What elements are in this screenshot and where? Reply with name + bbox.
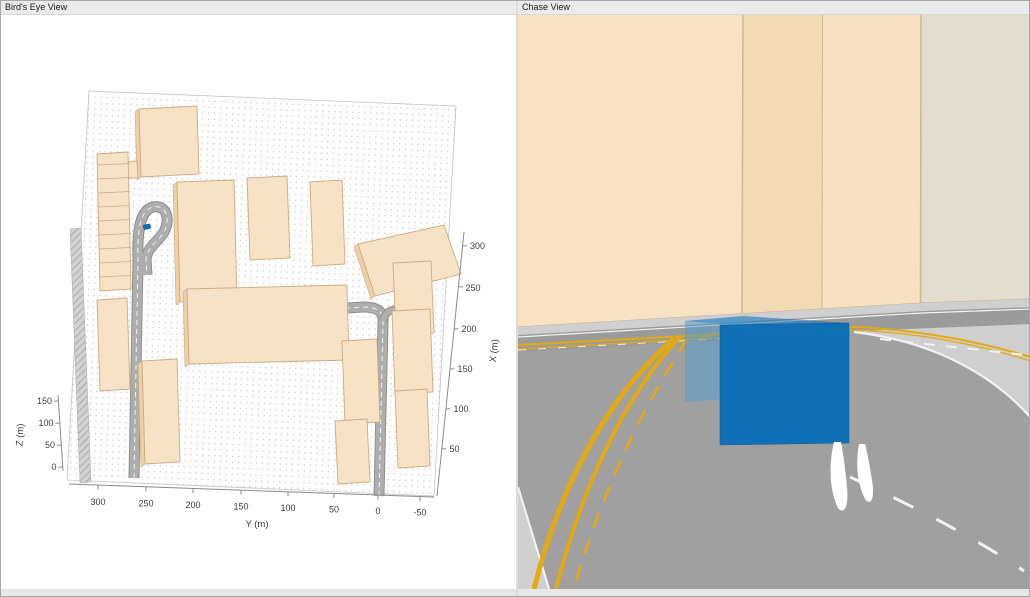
chase-title: Chase View — [522, 2, 570, 12]
birds-eye-canvas: 300 250 200 150 100 50 0 -50 300 250 200… — [1, 90, 516, 596]
chase-view-area[interactable] — [518, 15, 1029, 596]
x-tick: 100 — [454, 404, 469, 414]
x-tick: 200 — [462, 324, 477, 334]
z-tick: 150 — [37, 396, 52, 406]
y-tick: 0 — [375, 506, 380, 516]
building — [334, 418, 371, 485]
y-axis-tick-labels: 300 250 200 150 100 50 0 -50 — [90, 497, 426, 518]
x-tick: 50 — [450, 444, 460, 454]
y-tick: 100 — [280, 503, 295, 513]
y-tick: 150 — [233, 502, 248, 512]
building — [141, 358, 181, 465]
chase-canvas — [518, 15, 1029, 596]
wall-edge — [741, 15, 744, 314]
y-tick: -50 — [413, 508, 426, 518]
y-tick: 200 — [185, 500, 200, 510]
figure-bottom-margin — [518, 589, 1029, 596]
y-axis-label: Y (m) — [245, 519, 268, 530]
z-tick: 100 — [38, 418, 53, 428]
building-wall — [518, 15, 744, 327]
simulation-window: Bird's Eye View 300 250 200 150 100 50 0… — [0, 0, 1030, 597]
wall-edge — [919, 15, 922, 306]
chase-panel: Chase View — [518, 1, 1029, 596]
figure-bottom-margin — [1, 589, 516, 596]
birds-eye-plot-area[interactable]: 300 250 200 150 100 50 0 -50 300 250 200… — [1, 15, 516, 596]
y-tick: 50 — [329, 505, 339, 515]
building — [96, 297, 131, 392]
x-tick: 150 — [458, 364, 473, 374]
birds-eye-panel: Bird's Eye View 300 250 200 150 100 50 0… — [1, 1, 516, 596]
y-tick: 250 — [138, 499, 153, 509]
z-axis-label: Z (m) — [14, 423, 26, 446]
z-axis-tickmarks — [53, 400, 63, 468]
building — [394, 388, 431, 469]
z-tick: 0 — [51, 462, 56, 472]
building-walls — [518, 15, 1029, 328]
x-tick: 250 — [466, 283, 481, 293]
y-tick: 300 — [90, 497, 105, 507]
chase-titlebar: Chase View — [518, 1, 1029, 15]
x-axis-label: X (m) — [488, 339, 501, 363]
building-long — [186, 284, 350, 365]
z-axis-line — [57, 394, 64, 472]
building — [341, 338, 381, 425]
z-tick: 50 — [45, 440, 55, 450]
x-tick: 300 — [470, 241, 485, 251]
building-wall — [822, 15, 922, 311]
building-wall-far — [922, 15, 1029, 304]
building — [138, 105, 200, 178]
building-striped — [96, 151, 132, 292]
building — [246, 175, 291, 261]
building — [176, 179, 238, 303]
birds-eye-title: Bird's Eye View — [5, 2, 68, 12]
building — [391, 308, 434, 395]
building — [309, 179, 346, 267]
z-axis-tick-labels: 150 100 50 0 — [37, 396, 57, 472]
building-wall — [742, 15, 823, 314]
birds-eye-titlebar: Bird's Eye View — [1, 1, 516, 15]
ego-box-rear-face — [719, 322, 850, 446]
wall-edge — [821, 15, 823, 311]
